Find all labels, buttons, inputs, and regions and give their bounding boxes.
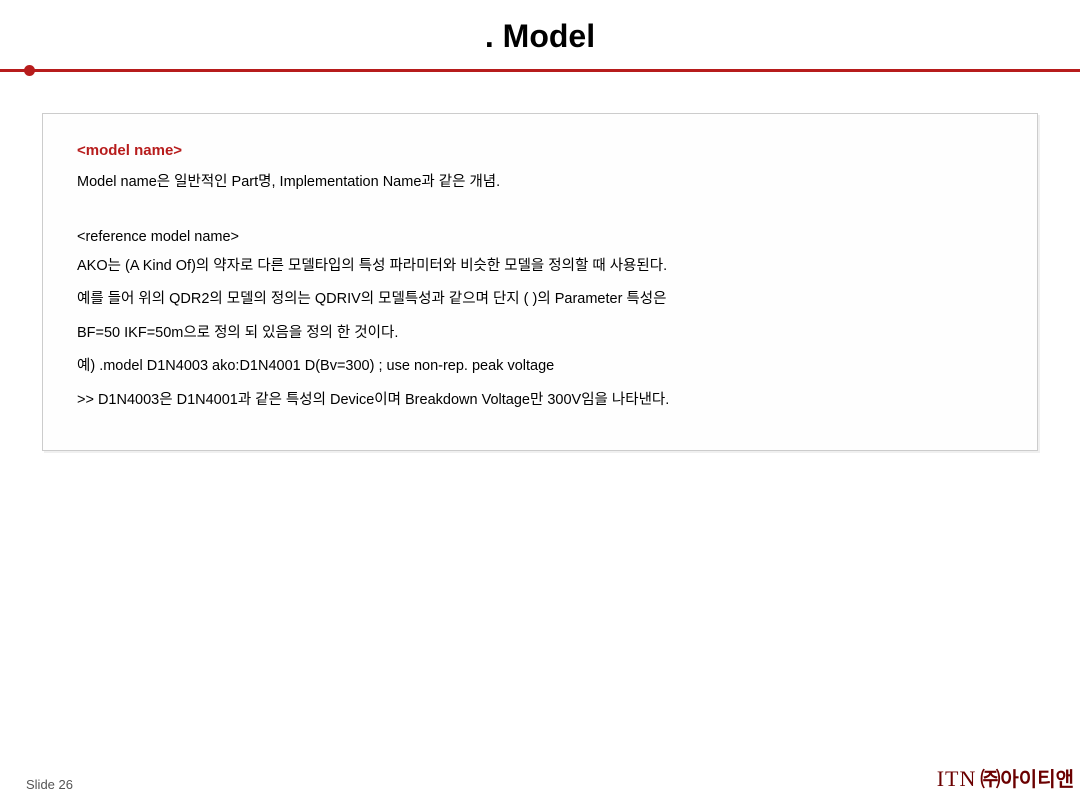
footer: Slide 26 ITN㈜아이티앤 (0, 763, 1080, 792)
divider-line (0, 69, 1080, 72)
slide-number: Slide 26 (26, 777, 73, 792)
section-reference-head: <reference model name> (77, 229, 1003, 245)
section-reference-line-1: AKO는 (A Kind Of)의 약자로 다른 모델타입의 특성 파라미터와 … (77, 253, 1003, 281)
title-divider (0, 67, 1080, 73)
spacer (77, 203, 1003, 229)
section-reference-line-5: >> D1N4003은 D1N4001과 같은 특성의 Device이며 Bre… (77, 387, 1003, 415)
slide-title: . Model (0, 0, 1080, 67)
section-reference-line-2: 예를 들어 위의 QDR2의 모델의 정의는 QDRIV의 모델특성과 같으며 … (77, 286, 1003, 314)
brand-ko: ㈜아이티앤 (980, 769, 1074, 791)
content-box: <model name> Model name은 일반적인 Part명, Imp… (42, 113, 1038, 451)
section-model-name-head: <model name> (77, 142, 1003, 159)
divider-dot-icon (24, 65, 35, 76)
section-reference-line-3: BF=50 IKF=50m으로 정의 되 있음을 정의 한 것이다. (77, 320, 1003, 348)
section-reference-line-4: 예) .model D1N4003 ako:D1N4001 D(Bv=300) … (77, 353, 1003, 381)
brand-itn: ITN (937, 766, 977, 791)
section-model-name-body: Model name은 일반적인 Part명, Implementation N… (77, 169, 1003, 197)
brand: ITN㈜아이티앤 (937, 763, 1074, 792)
